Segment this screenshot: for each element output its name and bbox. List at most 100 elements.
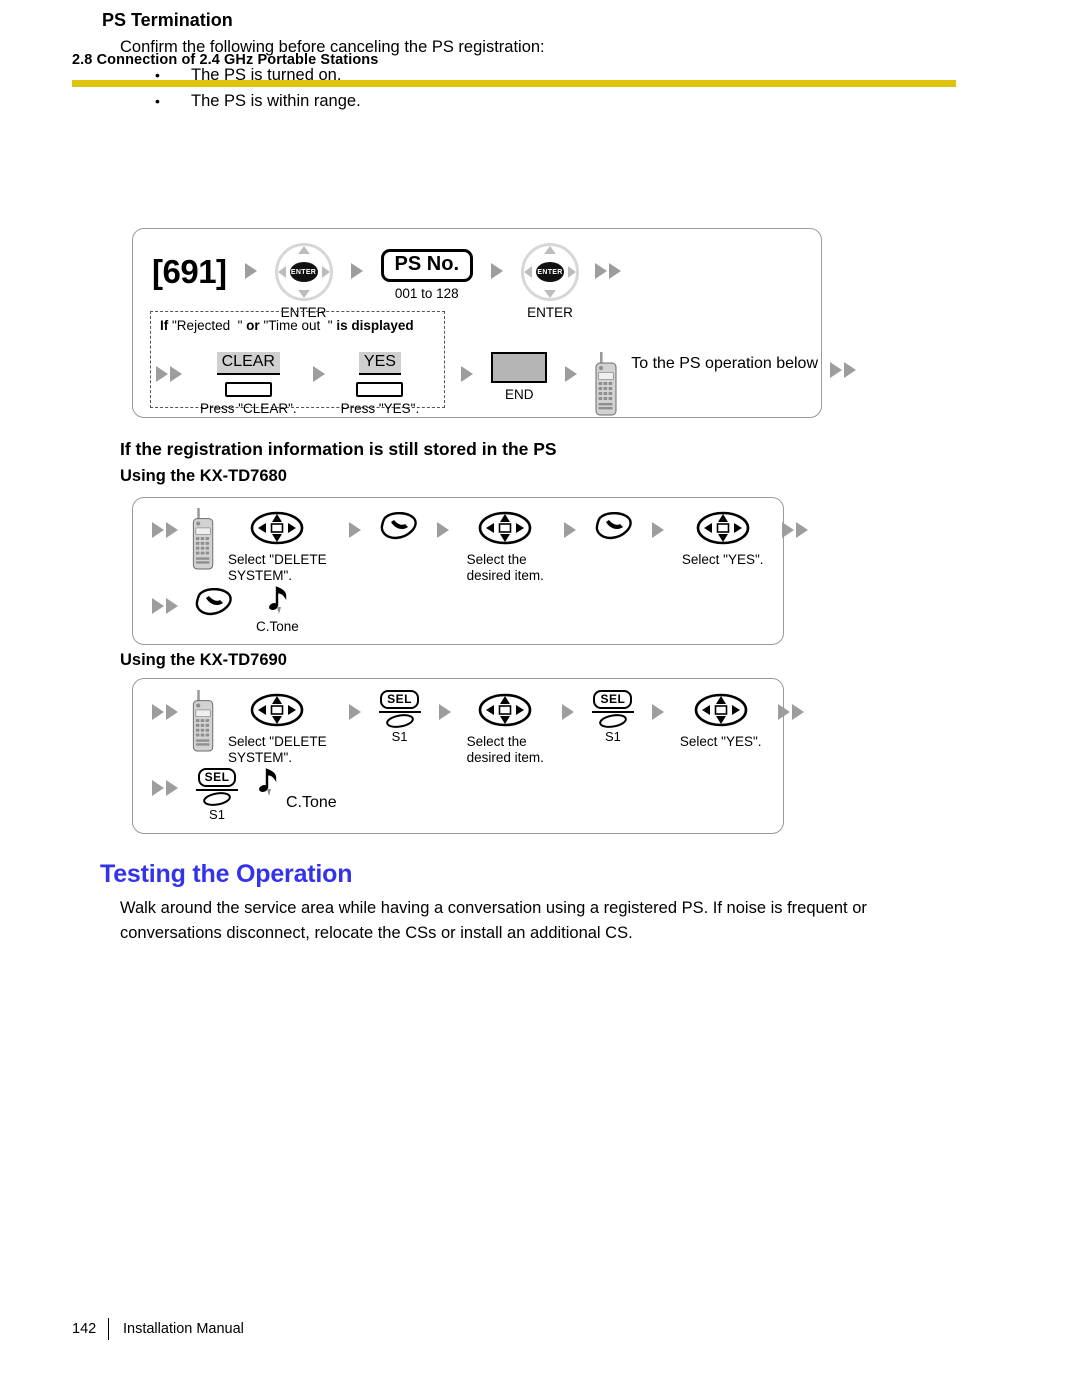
sel-key-label[interactable]: SEL bbox=[197, 768, 237, 788]
end-key-label: END bbox=[504, 387, 534, 402]
confirmation-tone-label: C.Tone bbox=[256, 619, 299, 634]
navigator-step-2: Select the desired item. bbox=[467, 508, 544, 583]
navigator-key-icon[interactable] bbox=[250, 690, 304, 730]
yes-key-caption: Press "YES". bbox=[340, 401, 420, 416]
flow-arrow-icon bbox=[348, 704, 361, 720]
flow-arrow-icon bbox=[350, 263, 363, 279]
page-title: PS Termination bbox=[102, 10, 233, 30]
testing-paragraph: Walk around the service area while havin… bbox=[120, 899, 867, 942]
sel-key-step-1: SEL S1 bbox=[377, 690, 423, 744]
talk-key-icon[interactable] bbox=[594, 510, 634, 540]
list-item-label: The PS is within range. bbox=[191, 92, 361, 110]
sel-key-label[interactable]: SEL bbox=[380, 690, 420, 710]
sel-key-label[interactable]: SEL bbox=[593, 690, 633, 710]
ps-no-box: PS No. bbox=[380, 249, 473, 282]
page-number: 142 bbox=[72, 1321, 97, 1337]
still-stored-heading: If the registration information is still… bbox=[120, 439, 557, 459]
condition-or-word: or bbox=[246, 318, 260, 333]
flow-arrow-icon bbox=[651, 704, 664, 720]
condition-if-word: If bbox=[160, 318, 169, 333]
flow-arrow-icon bbox=[561, 704, 574, 720]
portable-station-icon bbox=[192, 508, 214, 570]
flow-double-arrow-icon bbox=[595, 263, 621, 279]
flow-double-arrow-icon bbox=[777, 704, 804, 720]
testing-heading: Testing the Operation bbox=[100, 860, 353, 888]
ps-no-range-label: 001 to 128 bbox=[394, 286, 459, 301]
navigator-step-3-caption: Select "YES". bbox=[681, 552, 764, 567]
flow-arrow-icon bbox=[565, 366, 578, 382]
navigator-step-1-caption: Select "DELETE SYSTEM". bbox=[228, 552, 327, 583]
bullet-icon: • bbox=[155, 93, 160, 109]
navigator-key-icon[interactable] bbox=[478, 690, 532, 730]
ps-number-step: PS No. 001 to 128 bbox=[380, 249, 473, 302]
confirmation-tone-step bbox=[254, 768, 280, 800]
yes-key-label[interactable]: YES bbox=[358, 352, 401, 375]
footer-divider bbox=[108, 1318, 109, 1340]
navigator-key-icon[interactable] bbox=[250, 508, 304, 548]
using-kx-td7680-heading: Using the KX-TD7680 bbox=[120, 467, 287, 485]
end-key-icon[interactable] bbox=[491, 352, 548, 383]
softkey-button-icon[interactable] bbox=[224, 382, 272, 397]
softkey-oval-icon[interactable] bbox=[385, 713, 415, 729]
diagram-691-row-2: CLEAR Press "CLEAR". YES Press "YES". EN… bbox=[156, 352, 857, 417]
navigator-step-1-caption: Select "DELETE SYSTEM". bbox=[228, 734, 327, 765]
flow-arrow-icon bbox=[651, 522, 664, 538]
confirmation-tone-icon bbox=[269, 586, 287, 614]
sel-key-sublabel: S1 bbox=[391, 729, 408, 745]
enter-key-step: ENTER ENTER bbox=[274, 243, 333, 321]
diagram-7680-row-1: Select "DELETE SYSTEM". Select the desir… bbox=[152, 508, 808, 583]
clear-key-label[interactable]: CLEAR bbox=[216, 352, 280, 375]
talk-key-icon[interactable] bbox=[379, 510, 419, 540]
clear-key-caption: Press "CLEAR". bbox=[200, 401, 297, 416]
portable-station-icon bbox=[192, 690, 214, 752]
navigator-key-icon[interactable] bbox=[696, 508, 750, 548]
intro-text: Confirm the following before canceling t… bbox=[120, 38, 545, 56]
flow-double-arrow-icon bbox=[152, 704, 178, 720]
flow-arrow-icon bbox=[461, 366, 474, 382]
sel-key-sublabel: S1 bbox=[604, 729, 621, 745]
flow-double-arrow-icon bbox=[156, 366, 182, 382]
bullet-icon: • bbox=[155, 67, 160, 83]
condition-tail: is displayed bbox=[336, 318, 414, 333]
navigator-step-3: Select "YES". bbox=[682, 508, 764, 568]
condition-quote-1: "Rejected bbox=[172, 318, 231, 333]
enter-key-step-2: ENTER ENTER bbox=[521, 243, 579, 321]
flow-arrow-icon bbox=[563, 522, 576, 538]
navigator-key-icon[interactable] bbox=[478, 508, 532, 548]
jog-dial-enter-icon: ENTER bbox=[521, 243, 579, 301]
talk-key-icon[interactable] bbox=[194, 586, 234, 616]
list-item-label: The PS is turned on. bbox=[191, 66, 342, 84]
navigator-step-3: Select "YES". bbox=[680, 690, 762, 750]
navigator-step-1: Select "DELETE SYSTEM". bbox=[228, 508, 327, 583]
portable-station-icon bbox=[595, 352, 617, 416]
flow-arrow-icon bbox=[348, 522, 361, 538]
talk-step-1 bbox=[379, 510, 419, 540]
flow-double-arrow-icon bbox=[152, 780, 178, 796]
flow-double-arrow-icon bbox=[152, 522, 178, 538]
sel-key-step-3: SEL S1 bbox=[194, 768, 240, 822]
navigator-key-icon[interactable] bbox=[694, 690, 748, 730]
list-item: • The PS is within range. bbox=[155, 92, 361, 118]
feature-code-label: [691] bbox=[152, 253, 227, 290]
jog-dial-enter-icon: ENTER bbox=[274, 243, 333, 301]
to-ps-operation-note: To the PS operation below bbox=[631, 355, 819, 372]
flow-arrow-icon bbox=[438, 704, 451, 720]
softkey-oval-icon[interactable] bbox=[598, 713, 628, 729]
flow-arrow-icon bbox=[244, 263, 257, 279]
confirmation-tone-step: C.Tone bbox=[256, 586, 299, 635]
softkey-oval-icon[interactable] bbox=[202, 791, 232, 807]
condition-quote-2: "Time out bbox=[263, 318, 321, 333]
diagram-7680-row-2: C.Tone bbox=[152, 586, 299, 635]
navigator-step-2-caption: Select the desired item. bbox=[466, 734, 544, 765]
prerequisite-list: • The PS is turned on. • The PS is withi… bbox=[155, 66, 361, 118]
flow-arrow-icon bbox=[436, 522, 449, 538]
flow-arrow-icon bbox=[312, 366, 325, 382]
sel-key-step-2: SEL S1 bbox=[590, 690, 636, 744]
to-ps-operation-step: To the PS operation below bbox=[595, 352, 857, 416]
page-footer: 142 Installation Manual bbox=[72, 1318, 244, 1340]
navigator-step-1: Select "DELETE SYSTEM". bbox=[228, 690, 327, 765]
clear-softkey-step: CLEAR Press "CLEAR". bbox=[200, 352, 297, 417]
confirmation-tone-icon bbox=[259, 768, 277, 796]
flow-double-arrow-icon bbox=[152, 598, 178, 614]
softkey-button-icon[interactable] bbox=[356, 382, 404, 397]
